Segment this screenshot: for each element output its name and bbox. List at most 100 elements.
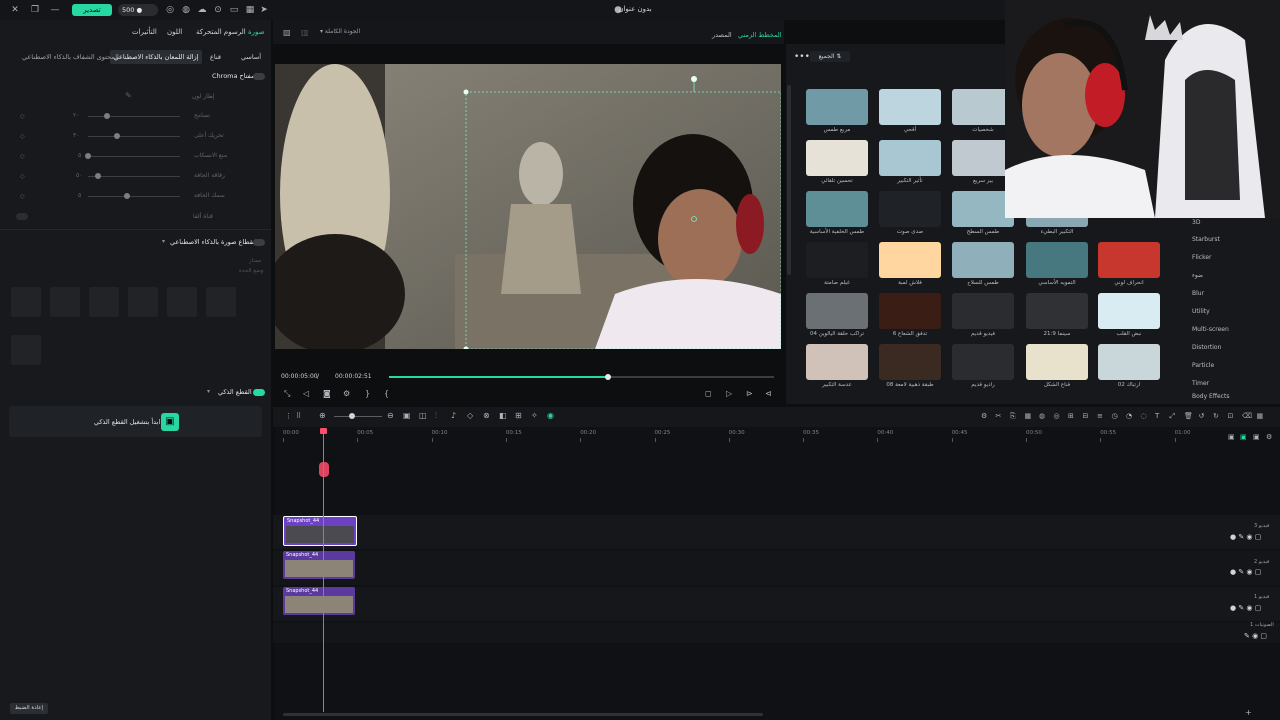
- ai-cutout-toggle[interactable]: [253, 239, 265, 246]
- track-controls[interactable]: ✎ ◉ ▢: [1244, 632, 1267, 640]
- subtab-mask[interactable]: قناع: [210, 50, 221, 64]
- tab-effects[interactable]: التأثيرات: [132, 28, 157, 36]
- subtab-basic[interactable]: أساسي: [241, 50, 261, 64]
- timeline-edit-icon[interactable]: ◔: [1126, 412, 1132, 420]
- effect-category[interactable]: Utility: [1192, 308, 1210, 315]
- effect-card[interactable]: [1098, 242, 1160, 278]
- effect-card[interactable]: [879, 191, 941, 227]
- camera-icon[interactable]: ◙: [323, 389, 331, 398]
- timeline-edit-icon[interactable]: ⎘: [1010, 412, 1016, 421]
- effect-card[interactable]: [806, 344, 868, 380]
- zoom-slider[interactable]: [334, 416, 382, 417]
- mark-out-icon[interactable]: {: [384, 389, 389, 398]
- tab-color[interactable]: اللون: [167, 28, 182, 36]
- timeline-tool-icon[interactable]: ⊖: [387, 411, 394, 420]
- track-controls[interactable]: ● ✎ ◉ ▢: [1230, 604, 1261, 612]
- restore-icon[interactable]: ❐: [30, 5, 40, 15]
- timeline-tool-icon[interactable]: ◉: [547, 411, 554, 420]
- slider-spill[interactable]: ◇ ٥ منع الانسكاب: [20, 151, 260, 163]
- grid-icon[interactable]: ▦: [245, 5, 255, 15]
- alpha-toggle[interactable]: [16, 213, 28, 220]
- timeline-edit-icon[interactable]: ✂: [996, 412, 1002, 420]
- export-button[interactable]: تصدير: [72, 4, 112, 16]
- marker-icon[interactable]: ▣: [1253, 433, 1260, 441]
- subtab-ai-deflicker[interactable]: إزالة اللمعان بالذكاء الاصطناعي: [110, 50, 202, 64]
- credits-badge[interactable]: 500 ●: [118, 4, 158, 16]
- effect-card[interactable]: [806, 242, 868, 278]
- timeline-edit-icon[interactable]: ↻: [1213, 412, 1219, 420]
- timeline-tool-icon[interactable]: ⊗: [483, 411, 490, 420]
- effect-card[interactable]: [952, 344, 1014, 380]
- effect-card[interactable]: [1098, 293, 1160, 329]
- settings-icon[interactable]: ⚙: [343, 389, 350, 398]
- cutout-preset[interactable]: [11, 335, 41, 365]
- timeline-tool-icon[interactable]: ⫶: [435, 411, 437, 421]
- timeline-edit-icon[interactable]: ⊞: [1068, 412, 1074, 420]
- effect-card[interactable]: [1026, 344, 1088, 380]
- timeline-tool-icon[interactable]: ◧: [499, 411, 507, 420]
- smart-cut-start-button[interactable]: ابدأ بتشغيل القطع الذكي ▣: [9, 406, 262, 437]
- quality-dropdown[interactable]: ▾ الجودة الكاملة: [320, 28, 360, 35]
- share-icon[interactable]: ➤: [259, 5, 269, 15]
- effect-card[interactable]: [806, 293, 868, 329]
- prev-frame-icon[interactable]: ⊲: [765, 389, 772, 398]
- effects-scrollbar[interactable]: [787, 85, 791, 275]
- link-icon[interactable]: ▣: [1228, 433, 1235, 441]
- layout-icon[interactable]: ▥: [301, 28, 309, 37]
- effect-card[interactable]: [879, 140, 941, 176]
- playback-scrubber[interactable]: [389, 374, 774, 380]
- timeline-tool-icon[interactable]: ◫: [419, 411, 427, 420]
- track-controls[interactable]: ● ✎ ◉ ▢: [1230, 533, 1261, 541]
- slider-offset[interactable]: ◇ ٣٠ تحريك أعلى: [20, 131, 260, 143]
- ai-smart-cut-toggle[interactable]: [253, 389, 265, 396]
- effect-card[interactable]: [879, 89, 941, 125]
- timeline-edit-icon[interactable]: ◌: [1141, 412, 1147, 420]
- timeline-edit-icon[interactable]: ⌫: [1242, 412, 1252, 420]
- video-preview[interactable]: [275, 64, 781, 349]
- timeline-scrollbar[interactable]: [283, 713, 763, 716]
- timeline-clip[interactable]: Snapshot_44: [283, 516, 357, 546]
- cutout-preset[interactable]: [206, 287, 236, 317]
- cutout-preset[interactable]: [11, 287, 41, 317]
- timeline-edit-icon[interactable]: ◷: [1112, 412, 1118, 420]
- timeline-tool-icon[interactable]: ♪: [451, 411, 456, 420]
- effect-category[interactable]: Timer: [1192, 380, 1209, 387]
- timeline-edit-icon[interactable]: ◍: [1039, 412, 1045, 420]
- menu-icon[interactable]: ⋮: [285, 412, 292, 420]
- bell-icon[interactable]: ⊙: [213, 5, 223, 15]
- timeline-edit-icon[interactable]: ▦: [1025, 412, 1032, 420]
- effect-category[interactable]: 3D: [1192, 219, 1200, 226]
- filter-dropdown[interactable]: الجميع ⇅: [810, 51, 850, 62]
- subtab-ai-portrait[interactable]: المحتوى الشفاف بالذكاء الاصطناعي: [22, 50, 119, 64]
- timeline-tool-icon[interactable]: ⊞: [515, 411, 522, 420]
- effect-category[interactable]: Flicker: [1192, 254, 1212, 261]
- effect-card[interactable]: [806, 89, 868, 125]
- zoom-icon[interactable]: ⊕: [319, 411, 326, 420]
- cloud-icon[interactable]: ☁: [197, 5, 207, 15]
- chevron-down-icon[interactable]: ▾: [207, 388, 210, 395]
- tab-image[interactable]: صورة: [248, 28, 265, 36]
- timeline-tool-icon[interactable]: ▣: [403, 411, 411, 420]
- timeline-edit-icon[interactable]: ⤢: [1170, 412, 1176, 421]
- effect-card[interactable]: [1026, 293, 1088, 329]
- timeline-edit-icon[interactable]: ◎: [1054, 412, 1060, 420]
- effect-card[interactable]: [1026, 242, 1088, 278]
- zoom-knob[interactable]: [349, 413, 355, 419]
- chevron-down-icon[interactable]: ▾: [162, 238, 165, 245]
- stop-icon[interactable]: ◻: [705, 389, 712, 398]
- effect-category[interactable]: Blur: [1192, 290, 1204, 297]
- tab-source[interactable]: المصدر: [712, 31, 732, 39]
- timeline-edit-icon[interactable]: 🗑: [1184, 412, 1193, 420]
- effect-category[interactable]: Body Effects: [1192, 393, 1229, 400]
- effect-card[interactable]: [806, 140, 868, 176]
- effect-card[interactable]: [1098, 344, 1160, 380]
- timeline-edit-icon[interactable]: ▦: [1257, 412, 1264, 420]
- tab-timeline[interactable]: المخطط الزمني: [738, 31, 782, 39]
- next-frame-icon[interactable]: ⊳: [746, 389, 753, 398]
- effect-card[interactable]: [806, 191, 868, 227]
- snapshot-icon[interactable]: ▨: [283, 28, 291, 37]
- timeline-edit-icon[interactable]: ⊡: [1228, 412, 1234, 420]
- timeline-clip[interactable]: Snapshot_44: [283, 587, 355, 615]
- cutout-preset[interactable]: [50, 287, 80, 317]
- more-icon[interactable]: •••: [794, 52, 810, 62]
